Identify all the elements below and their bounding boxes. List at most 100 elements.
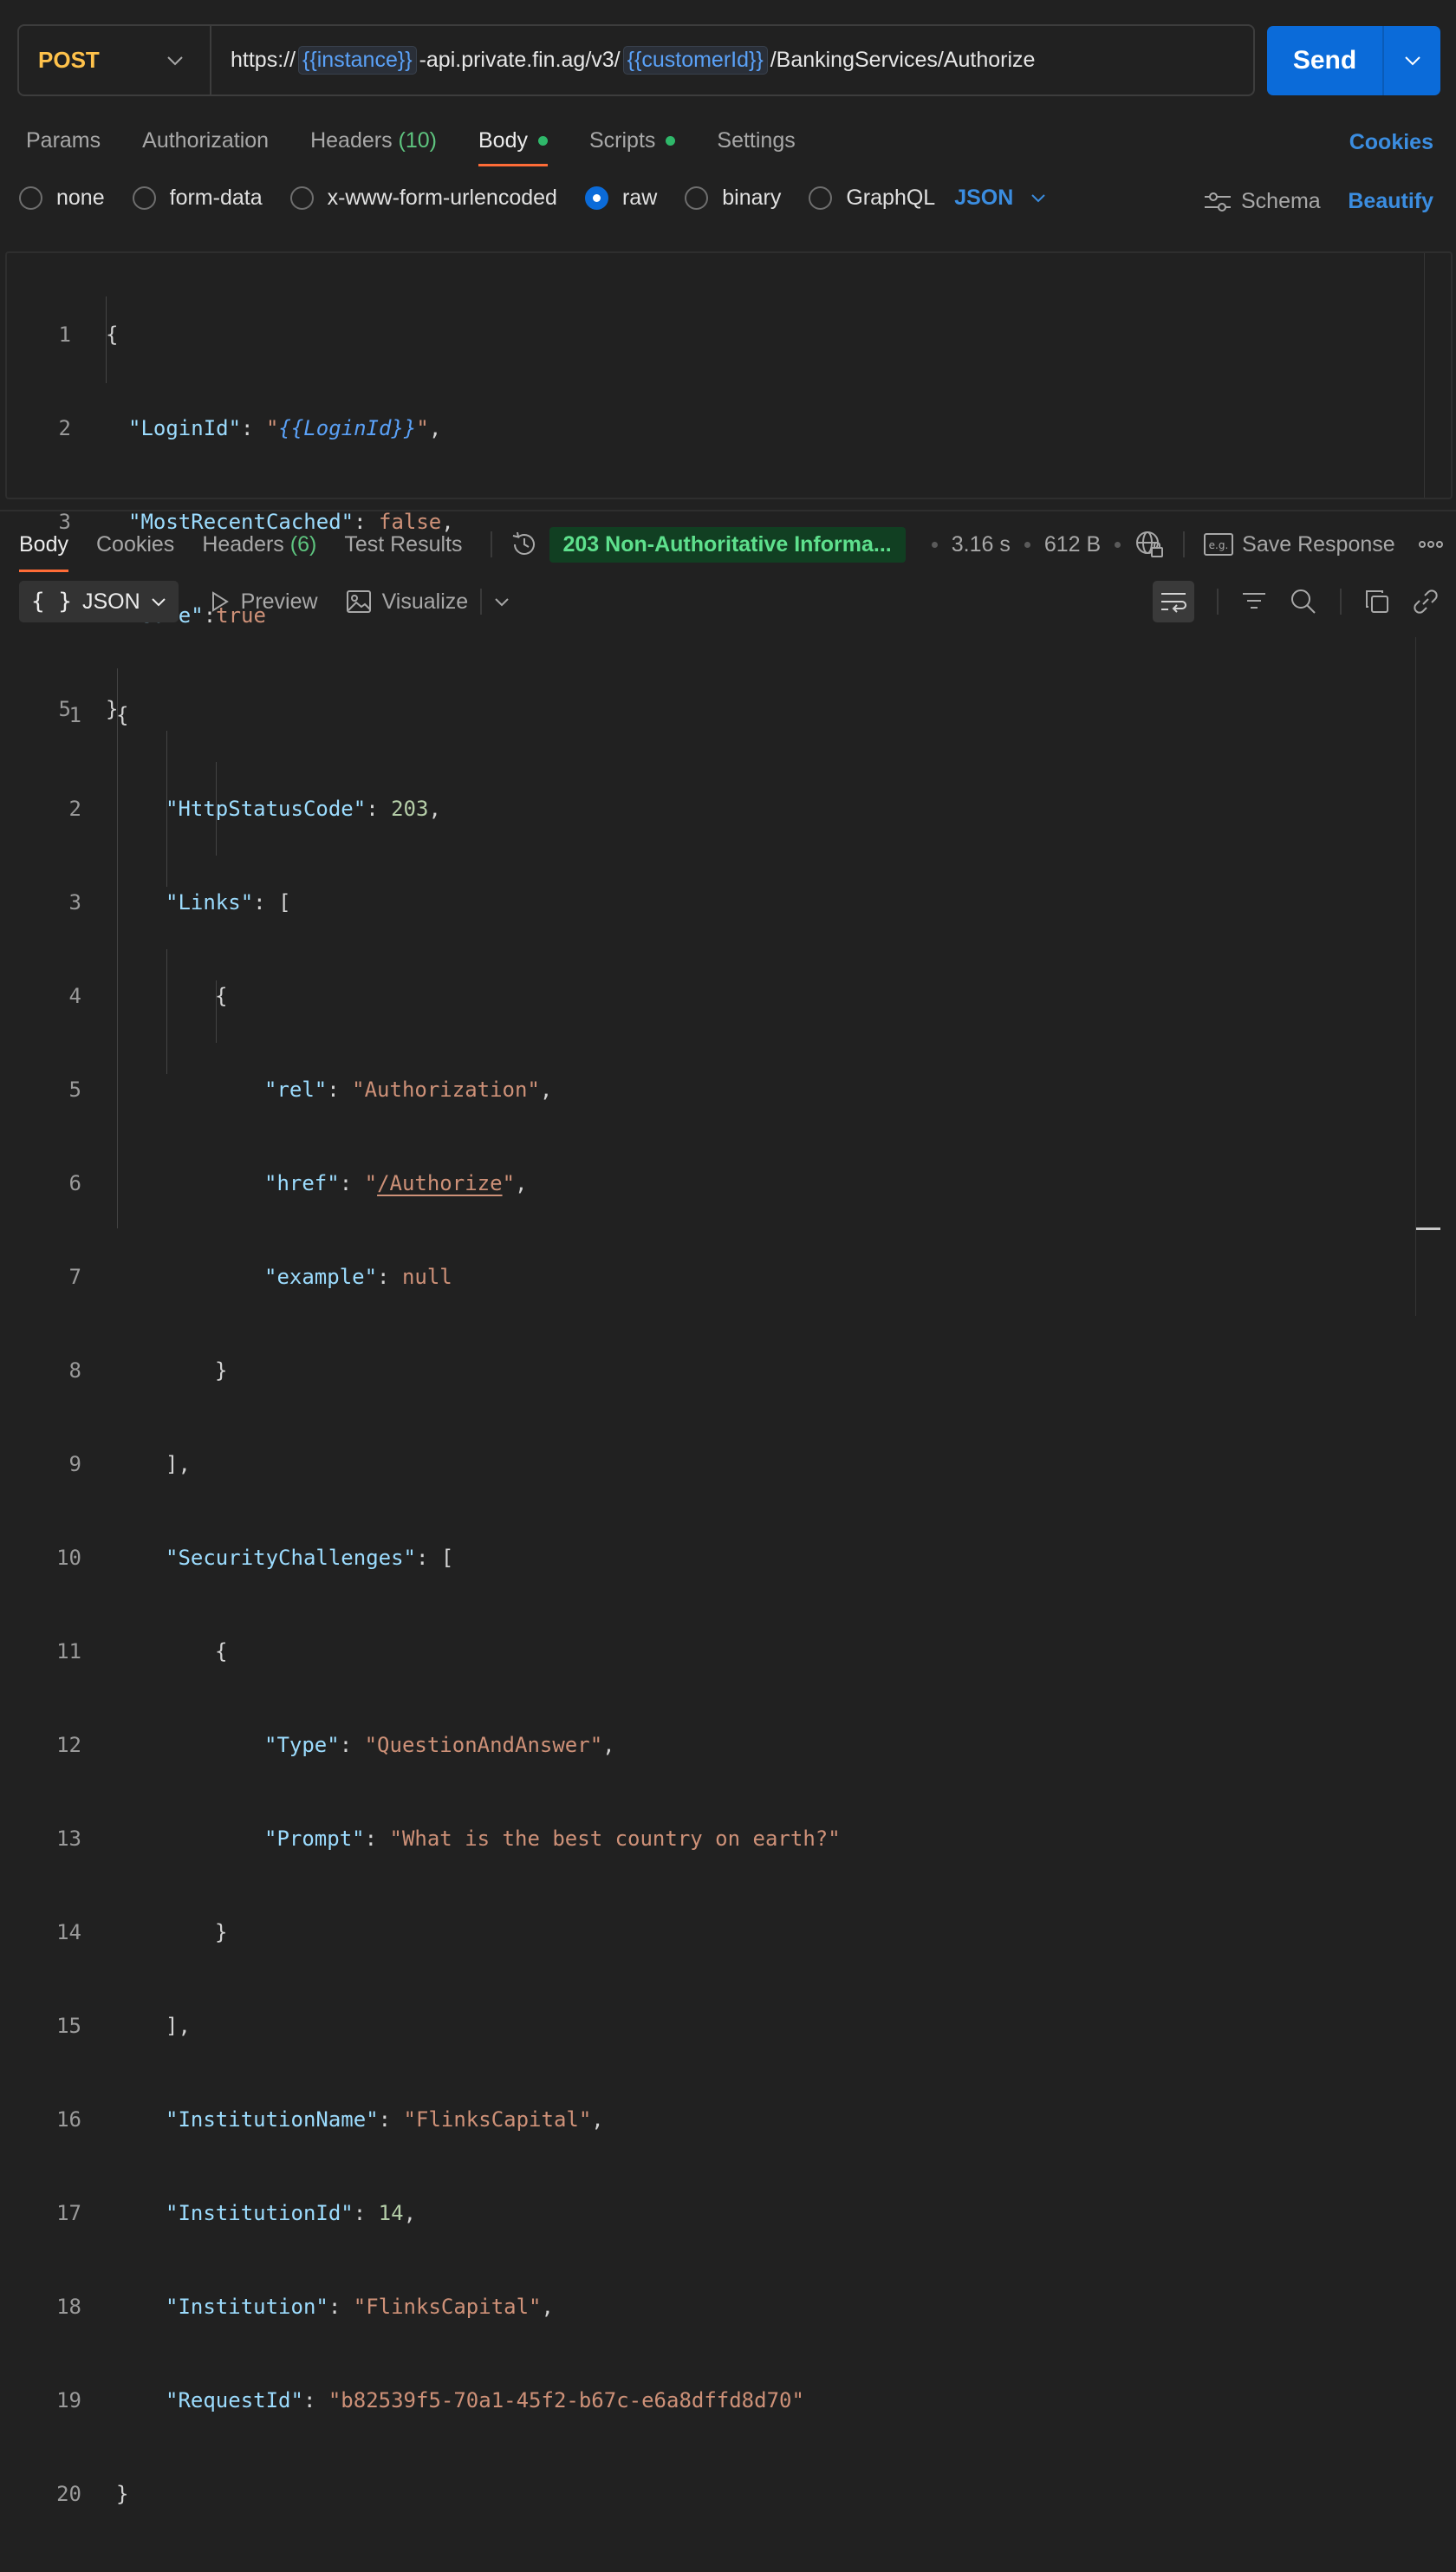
copy-icon[interactable] [1364,589,1390,615]
code-token: [ [440,1546,454,1570]
response-tab-body[interactable]: Body [19,525,68,572]
line-number: 2 [58,416,71,440]
send-button[interactable]: Send [1267,26,1384,95]
cookies-link[interactable]: Cookies [1349,130,1433,155]
code-token: { [106,322,119,347]
response-size[interactable]: 612 B [1044,532,1101,557]
svg-text:e.g.: e.g. [1209,539,1229,551]
url-variable-customer-id[interactable]: {{customerId}} [622,46,768,75]
search-icon[interactable] [1290,588,1317,615]
line-number: 16 [56,2107,81,2132]
code-token: " [416,416,429,440]
image-icon [346,590,371,613]
tab-count: (10) [398,127,437,153]
line-number: 15 [56,2014,81,2038]
json-key: "Prompt" [264,1826,365,1851]
template-variable[interactable]: {{LoginId}} [278,416,416,440]
response-tab-test-results[interactable]: Test Results [344,525,462,563]
separator [480,589,483,615]
line-number: 3 [68,890,81,915]
json-key: "RequestId" [166,2388,303,2412]
radio-label: x-www-form-urlencoded [327,186,557,210]
send-button-group: Send [1267,26,1440,95]
tab-params[interactable]: Params [26,121,101,160]
tab-headers[interactable]: Headers (10) [310,121,437,160]
json-link-value[interactable]: /Authorize [377,1171,503,1195]
response-tab-headers[interactable]: Headers (6) [202,525,316,563]
code-token: { [215,1639,228,1664]
more-options-icon[interactable] [1418,540,1444,549]
method-select[interactable]: POST [19,26,211,94]
separator [1340,589,1342,615]
code-token: [ [278,890,291,915]
filter-icon[interactable] [1241,590,1267,613]
line-number: 12 [56,1733,81,1757]
json-key: "LoginId" [128,416,242,440]
response-tools [1153,581,1439,622]
status-badge[interactable]: 203 Non-Authoritative Informa... [549,526,906,563]
wrap-icon [1161,593,1186,613]
tab-scripts[interactable]: Scripts [589,121,676,160]
scrollbar[interactable] [1424,253,1425,498]
pane-divider[interactable] [0,510,1456,511]
chevron-down-icon [1031,194,1046,203]
body-type-form-data[interactable]: form-data [132,186,263,211]
response-body-viewer[interactable]: 1{ 2 "HttpStatusCode": 203, 3 "Links": [ 4… [0,637,1456,2506]
chevron-down-icon[interactable] [494,597,510,607]
history-icon[interactable] [510,530,539,559]
scrollbar-thumb[interactable] [1416,1227,1440,1230]
url-variable-instance[interactable]: {{instance}} [298,46,417,75]
line-number: 9 [68,1452,81,1476]
code-token: ], [166,2014,191,2038]
radio-label: none [56,186,105,210]
body-type-graphql[interactable]: GraphQL [809,186,935,211]
line-number: 1 [58,322,71,347]
chevron-down-icon [151,597,166,606]
beautify-button[interactable]: Beautify [1348,189,1433,214]
response-tab-cookies[interactable]: Cookies [96,525,174,563]
separator [1217,589,1219,615]
json-value: "b82539f5-70a1-45f2-b67c-e6a8dffd8d70" [328,2388,804,2412]
json-key: "InstitutionName" [166,2107,379,2132]
schema-button[interactable]: Schema [1203,189,1321,214]
line-number: 6 [68,1171,81,1195]
wrap-lines-button[interactable] [1153,581,1194,622]
tab-settings[interactable]: Settings [717,121,795,160]
json-key: "example" [264,1265,378,1289]
bullet [1024,541,1030,548]
body-format-select[interactable]: JSON [954,186,1046,211]
link-icon[interactable] [1413,589,1439,615]
url-input[interactable]: https:// {{instance}} -api.private.fin.a… [211,46,1035,75]
code-token: } [215,1358,228,1383]
chevron-down-icon [1404,56,1420,66]
separator [490,531,492,557]
separator [1183,531,1186,557]
response-time[interactable]: 3.16 s [952,532,1011,557]
modified-dot [537,135,548,146]
code-token: ], [166,1452,191,1476]
preview-button[interactable]: Preview [210,589,318,615]
json-value: "Authorization" [352,1078,540,1102]
url-bar: POST https:// {{instance}} -api.private.… [17,24,1255,96]
response-format-select[interactable]: { } JSON [19,581,179,622]
line-number: 5 [68,1078,81,1102]
radio-label: form-data [169,186,263,210]
tab-authorization[interactable]: Authorization [142,121,269,160]
body-type-urlencoded[interactable]: x-www-form-urlencoded [289,186,557,211]
tab-count: (6) [289,531,317,557]
network-lock-icon[interactable] [1134,530,1164,559]
visualize-button[interactable]: Visualize [346,589,468,615]
tab-label: Body [19,531,68,557]
body-type-none[interactable]: none [19,186,105,211]
radio-icon [289,186,314,210]
tab-body[interactable]: Body [478,121,548,166]
request-body-editor[interactable]: 1{ 2 "LoginId": "{{LoginId}}", 3 "MostRece… [5,251,1453,721]
body-type-binary[interactable]: binary [685,186,781,211]
tab-label: Authorization [142,127,270,153]
save-response-button[interactable]: e.g. Save Response [1204,532,1395,557]
tab-label: Headers [202,531,284,557]
code-token: " [364,1171,378,1195]
body-type-raw[interactable]: raw [584,186,657,211]
send-options-button[interactable] [1384,26,1440,95]
scrollbar[interactable] [1415,637,1416,1316]
